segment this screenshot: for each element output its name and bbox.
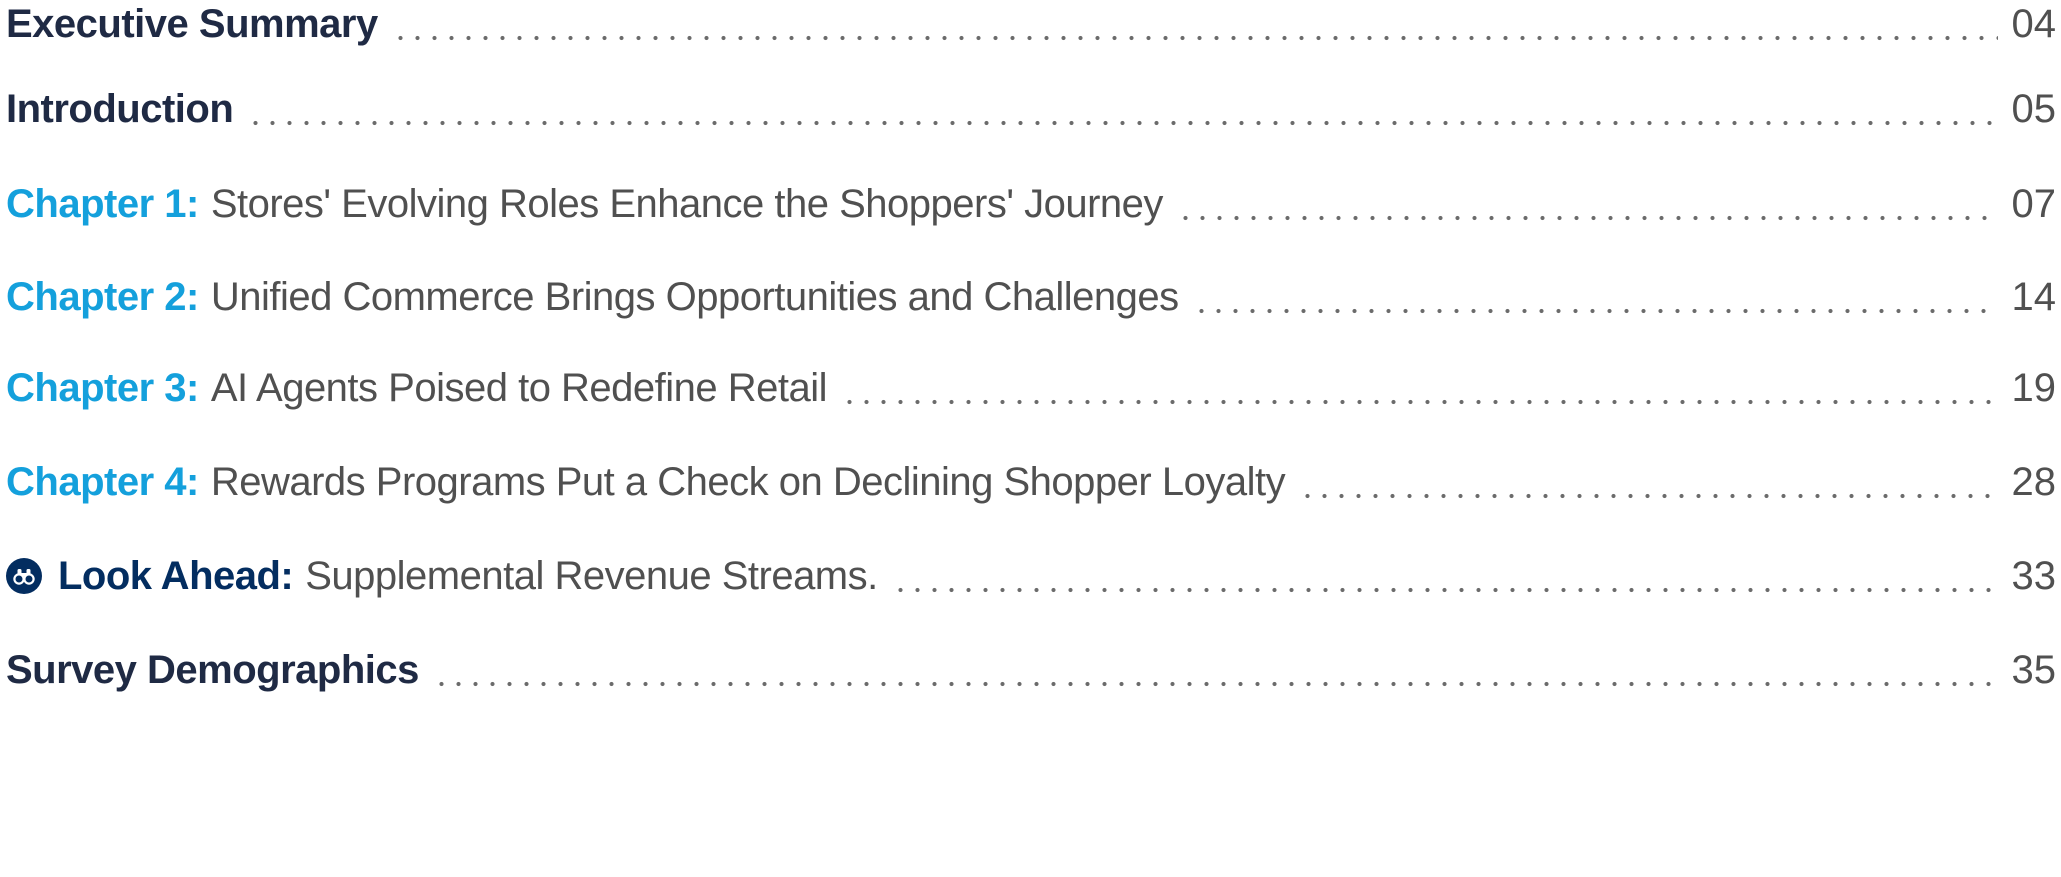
dot-leader — [1176, 184, 1998, 224]
toc-entry-label: Survey Demographics — [6, 648, 419, 692]
look-ahead-label: Look Ahead: — [58, 554, 294, 598]
toc-entry-label: Introduction — [6, 87, 234, 131]
toc-entry-executive-summary[interactable]: Executive Summary 04 — [6, 0, 2056, 54]
table-of-contents: Executive Summary 04 Introduction 05 Cha… — [6, 0, 2056, 877]
toc-entry-chapter-2[interactable]: Chapter 2: Unified Commerce Brings Oppor… — [6, 267, 2056, 327]
dot-leader — [841, 368, 1998, 408]
toc-page-number: 14 — [2011, 275, 2057, 319]
toc-entry-title: Chapter 4: Rewards Programs Put a Check … — [6, 460, 1286, 504]
toc-page-number: 04 — [2011, 2, 2057, 46]
toc-entry-title: Chapter 3: AI Agents Poised to Redefine … — [6, 366, 828, 410]
chapter-title: Rewards Programs Put a Check on Declinin… — [210, 460, 1286, 504]
toc-page-number: 05 — [2011, 87, 2057, 131]
dot-leader — [1192, 277, 1998, 317]
toc-entry-title: Introduction — [6, 87, 234, 131]
chapter-title: AI Agents Poised to Redefine Retail — [210, 366, 828, 410]
toc-entry-chapter-1[interactable]: Chapter 1: Stores' Evolving Roles Enhanc… — [6, 174, 2056, 234]
dot-leader — [1299, 462, 1998, 502]
dot-leader — [891, 556, 1998, 596]
chapter-title: Unified Commerce Brings Opportunities an… — [210, 275, 1179, 319]
binoculars-icon — [6, 558, 42, 594]
toc-entry-title: Survey Demographics — [6, 650, 419, 690]
toc-entry-title: Look Ahead: Supplemental Revenue Streams… — [6, 556, 878, 596]
toc-page-number: 35 — [2011, 648, 2057, 692]
chapter-label: Chapter 2: — [6, 275, 199, 319]
toc-page-number: 07 — [2011, 182, 2057, 226]
toc-entry-label: Executive Summary — [6, 2, 378, 46]
chapter-label: Chapter 4: — [6, 460, 199, 504]
dot-leader — [391, 4, 1998, 44]
toc-page-number: 33 — [2011, 554, 2057, 598]
chapter-label: Chapter 3: — [6, 366, 199, 410]
chapter-label: Chapter 1: — [6, 182, 199, 226]
toc-entry-look-ahead[interactable]: Look Ahead: Supplemental Revenue Streams… — [6, 546, 2056, 606]
toc-entry-title: Chapter 2: Unified Commerce Brings Oppor… — [6, 277, 1179, 317]
toc-entry-introduction[interactable]: Introduction 05 — [6, 79, 2056, 139]
dot-leader — [432, 650, 1998, 690]
toc-entry-chapter-4[interactable]: Chapter 4: Rewards Programs Put a Check … — [6, 452, 2056, 512]
toc-entry-chapter-3[interactable]: Chapter 3: AI Agents Poised to Redefine … — [6, 358, 2056, 418]
chapter-title: Stores' Evolving Roles Enhance the Shopp… — [210, 182, 1164, 226]
toc-page-number: 19 — [2011, 366, 2057, 410]
toc-entry-title: Executive Summary — [6, 4, 378, 44]
toc-entry-survey-demographics[interactable]: Survey Demographics 35 — [6, 640, 2056, 700]
toc-page-number: 28 — [2011, 460, 2057, 504]
look-ahead-title: Supplemental Revenue Streams. — [305, 554, 878, 598]
toc-entry-title: Chapter 1: Stores' Evolving Roles Enhanc… — [6, 184, 1163, 224]
dot-leader — [247, 89, 1998, 129]
